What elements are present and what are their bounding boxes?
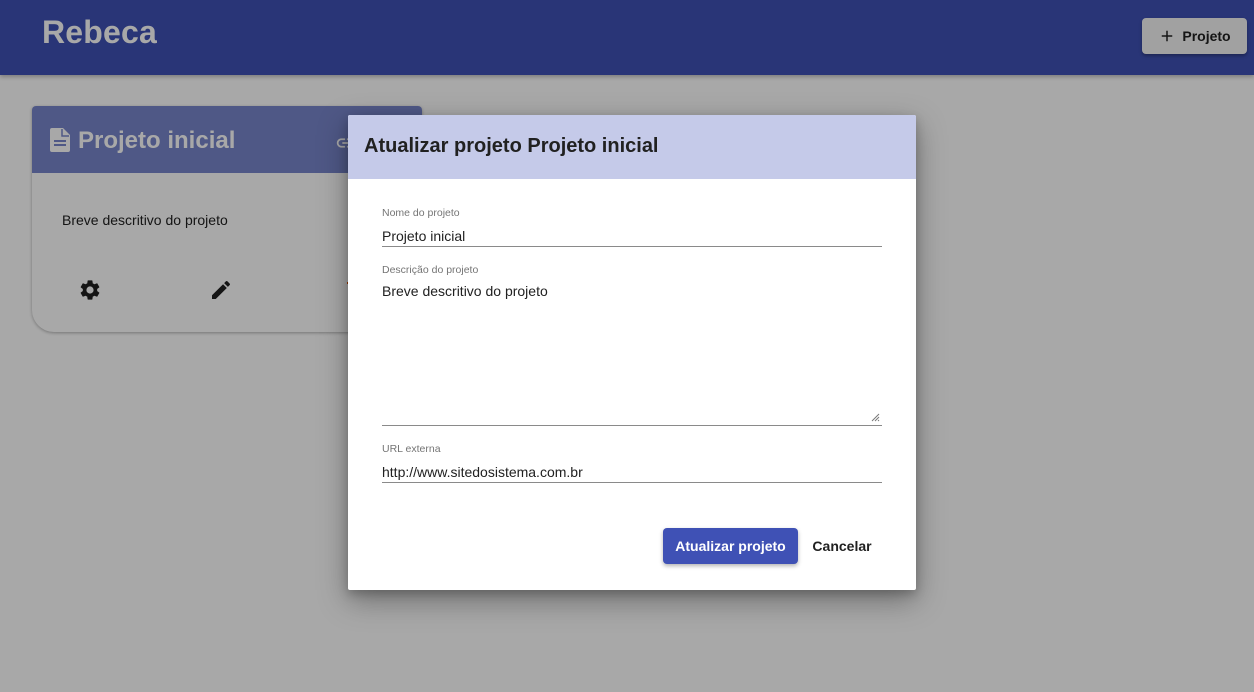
project-description-label: Descrição do projeto <box>382 264 479 276</box>
update-project-dialog: Atualizar projeto Projeto inicial Nome d… <box>348 115 916 590</box>
project-description-input[interactable]: Breve descritivo do projeto <box>382 282 882 426</box>
resize-grip-icon[interactable] <box>870 412 880 422</box>
project-name-input[interactable] <box>382 225 882 247</box>
project-description-field: Descrição do projeto Breve descritivo do… <box>382 264 882 428</box>
project-name-label: Nome do projeto <box>382 207 460 219</box>
project-name-field: Nome do projeto <box>382 207 882 249</box>
update-project-button[interactable]: Atualizar projeto <box>663 528 798 564</box>
external-url-input[interactable] <box>382 461 882 483</box>
external-url-label: URL externa <box>382 443 441 455</box>
external-url-field: URL externa <box>382 443 882 485</box>
dialog-header: Atualizar projeto Projeto inicial <box>348 115 916 179</box>
dialog-title: Atualizar projeto Projeto inicial <box>364 135 659 157</box>
cancel-button[interactable]: Cancelar <box>806 528 878 564</box>
